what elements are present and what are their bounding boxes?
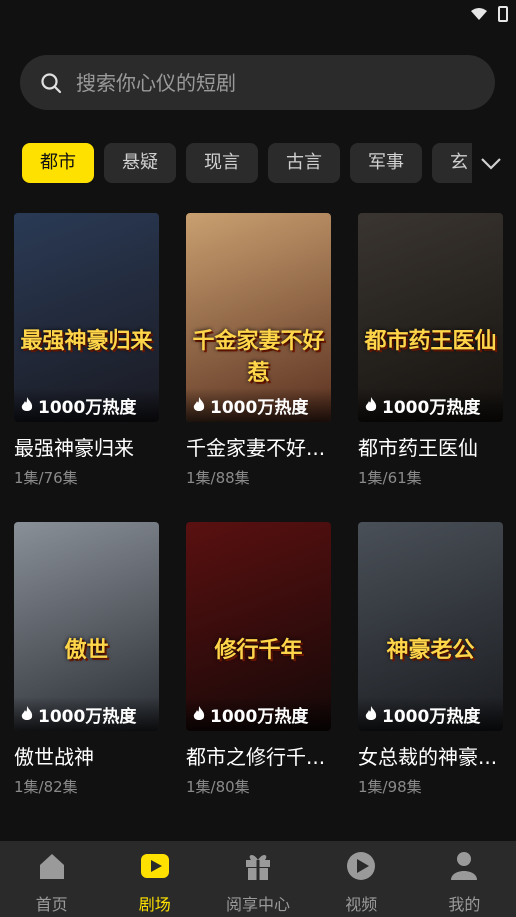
heat-label: 1000万热度 (210, 706, 309, 727)
battery-icon (498, 6, 508, 22)
tab-label: 我的 (448, 895, 481, 914)
heat-label: 1000万热度 (210, 397, 309, 418)
drama-poster[interactable]: 千金家妻不好惹 1000万热度 (186, 213, 331, 422)
bottom-tab-bar: 首页 剧场 阅享中心 视频 我的 (0, 841, 516, 917)
category-chip[interactable]: 现言 (186, 143, 258, 183)
drama-card[interactable]: 神豪老公 1000万热度女总裁的神豪... 1集/98集 (358, 522, 503, 797)
chevron-down-icon[interactable] (478, 150, 504, 176)
episode-count: 1集/61集 (358, 469, 422, 487)
status-icons (470, 6, 508, 22)
drama-card[interactable]: 都市药王医仙 1000万热度 都市药王医仙 1集/61集 (358, 213, 503, 488)
episode-count: 1集/76集 (14, 469, 78, 487)
fire-icon (21, 706, 33, 720)
tab-gift[interactable]: 阅享中心 (206, 841, 309, 917)
drama-title[interactable]: 傲世战神 (14, 741, 159, 770)
status-bar (0, 0, 516, 30)
tab-home[interactable]: 首页 (0, 841, 103, 917)
home-icon (35, 849, 69, 887)
drama-card[interactable]: 修行千年 1000万热度都市之修行千... 1集/80集 (186, 522, 331, 797)
drama-poster[interactable]: 最强神豪归来 1000万热度 (14, 213, 159, 422)
poster-title-art: 千金家妻不好惹 (192, 329, 325, 386)
tab-user[interactable]: 我的 (413, 841, 516, 917)
episode-count: 1集/88集 (186, 469, 250, 487)
drama-title[interactable]: 最强神豪归来 (14, 432, 159, 461)
fire-icon (365, 706, 377, 720)
episode-count: 1集/98集 (358, 778, 422, 796)
heat-label: 1000万热度 (382, 706, 481, 727)
category-chip[interactable]: 古言 (268, 143, 340, 183)
heat-label: 1000万热度 (38, 706, 137, 727)
drama-card[interactable]: 傲世 1000万热度傲世战神 1集/82集 (14, 522, 159, 797)
fire-icon (193, 706, 205, 720)
poster-title-art: 傲世 (64, 638, 109, 663)
category-chip[interactable]: 悬疑 (104, 143, 176, 183)
drama-poster[interactable]: 神豪老公 1000万热度 (358, 522, 503, 731)
fire-icon (193, 397, 205, 411)
tab-label: 视频 (345, 895, 378, 914)
drama-poster[interactable]: 都市药王医仙 1000万热度 (358, 213, 503, 422)
drama-title[interactable]: 女总裁的神豪... (358, 741, 503, 770)
heat-badge: 1000万热度 (358, 697, 503, 731)
drama-title[interactable]: 千金家妻不好... (186, 432, 331, 461)
heat-label: 1000万热度 (382, 397, 481, 418)
drama-poster[interactable]: 傲世 1000万热度 (14, 522, 159, 731)
user-icon (447, 849, 481, 887)
category-chips: 都市 悬疑 现言 古言 军事玄 (22, 143, 472, 183)
theater-play-icon (138, 849, 172, 887)
tab-label: 阅享中心 (226, 895, 291, 914)
fire-icon (365, 397, 377, 411)
heat-badge: 1000万热度 (358, 388, 503, 422)
poster-title-art: 都市药王医仙 (364, 329, 497, 354)
category-chip[interactable]: 军事 (350, 143, 422, 183)
drama-poster[interactable]: 修行千年 1000万热度 (186, 522, 331, 731)
heat-badge: 1000万热度 (14, 697, 159, 731)
category-chip[interactable]: 玄 (432, 143, 472, 183)
heat-badge: 1000万热度 (14, 388, 159, 422)
drama-card[interactable]: 千金家妻不好惹 1000万热度千金家妻不好... 1集/88集 (186, 213, 331, 488)
search-bar[interactable] (20, 55, 495, 110)
episode-count: 1集/80集 (186, 778, 250, 796)
gift-icon (241, 849, 275, 887)
tab-label: 首页 (35, 895, 68, 914)
poster-title-art: 最强神豪归来 (20, 329, 153, 354)
drama-card[interactable]: 最强神豪归来 1000万热度 最强神豪归来 1集/76集 (14, 213, 159, 488)
heat-badge: 1000万热度 (186, 388, 331, 422)
drama-title[interactable]: 都市之修行千... (186, 741, 331, 770)
tab-video-play[interactable]: 视频 (310, 841, 413, 917)
video-play-icon (344, 849, 378, 887)
poster-title-art: 神豪老公 (386, 638, 475, 663)
tab-theater-play[interactable]: 剧场 (103, 841, 206, 917)
poster-title-art: 修行千年 (214, 638, 303, 663)
fire-icon (21, 397, 33, 411)
episode-count: 1集/82集 (14, 778, 78, 796)
heat-label: 1000万热度 (38, 397, 137, 418)
category-chip[interactable]: 都市 (22, 143, 94, 183)
search-icon (41, 72, 62, 93)
search-input[interactable] (74, 69, 458, 96)
drama-title[interactable]: 都市药王医仙 (358, 432, 503, 461)
wifi-icon (471, 8, 487, 20)
tab-label: 剧场 (138, 895, 171, 914)
heat-badge: 1000万热度 (186, 697, 331, 731)
